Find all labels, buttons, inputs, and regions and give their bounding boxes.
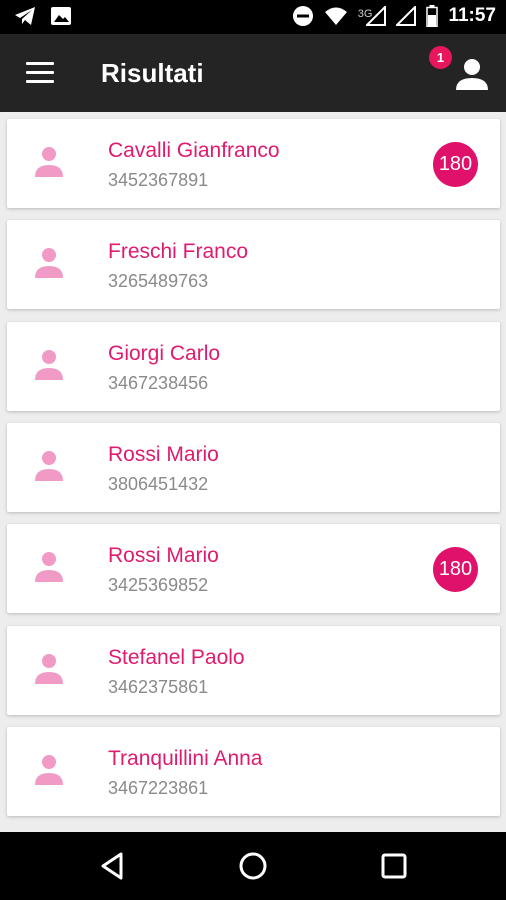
person-icon xyxy=(34,246,64,280)
contact-name: Tranquillini Anna xyxy=(108,746,263,770)
home-button[interactable] xyxy=(237,850,269,882)
count-badge: 180 xyxy=(433,142,478,187)
contact-card[interactable]: Rossi Mario 3806451432 xyxy=(7,422,500,512)
contact-name: Rossi Mario xyxy=(108,544,219,568)
clock: 11:57 xyxy=(448,5,496,26)
contact-name: Cavalli Gianfranco xyxy=(108,139,280,162)
contact-card[interactable]: Stefanel Paolo 3462375861 xyxy=(7,625,500,715)
contact-phone: 3467223861 xyxy=(108,777,209,798)
person-icon xyxy=(34,348,64,382)
contact-card[interactable]: Tranquillini Anna 3467223861 xyxy=(7,726,500,816)
signal-icon xyxy=(396,6,417,26)
contact-card[interactable]: Rossi Mario 3425369852 180 xyxy=(7,524,500,614)
back-icon xyxy=(101,852,123,880)
person-icon xyxy=(34,449,64,483)
person-icon xyxy=(34,550,64,584)
contact-phone: 3265489763 xyxy=(108,271,209,292)
wifi-icon xyxy=(324,7,347,25)
profile-button[interactable] xyxy=(452,54,492,94)
contact-phone: 3806451432 xyxy=(108,473,209,494)
contact-name: Rossi Mario xyxy=(108,442,219,466)
menu-icon xyxy=(26,62,54,65)
home-icon xyxy=(239,852,267,880)
person-icon xyxy=(34,753,64,787)
contact-phone: 3452367891 xyxy=(108,170,209,190)
image-icon xyxy=(51,7,71,25)
person-icon xyxy=(34,145,64,179)
notification-badge: 1 xyxy=(429,46,452,69)
contact-card[interactable]: Giorgi Carlo 3467238456 xyxy=(7,321,500,411)
contact-name: Freschi Franco xyxy=(108,240,249,264)
contact-name: Giorgi Carlo xyxy=(108,341,221,365)
menu-button[interactable] xyxy=(26,62,54,84)
contact-phone: 3425369852 xyxy=(108,575,209,596)
recents-button[interactable] xyxy=(378,850,410,882)
do-not-disturb-icon xyxy=(292,6,313,26)
contact-phone: 3462375861 xyxy=(108,676,209,697)
person-icon xyxy=(456,59,488,90)
status-bar: 3G 11:57 xyxy=(0,0,506,34)
battery-icon xyxy=(426,5,439,27)
navigation-bar xyxy=(0,832,506,900)
count-badge: 180 xyxy=(433,547,478,593)
back-button[interactable] xyxy=(97,850,129,882)
page-title: Risultati xyxy=(101,58,204,88)
contact-name: Stefanel Paolo xyxy=(108,645,245,669)
contact-card[interactable]: Cavalli Gianfranco 3452367891 180 xyxy=(7,119,500,208)
telegram-icon xyxy=(15,7,35,25)
recents-icon xyxy=(381,853,407,879)
person-icon xyxy=(34,652,64,686)
contact-card[interactable]: Freschi Franco 3265489763 xyxy=(7,220,500,310)
contact-phone: 3467238456 xyxy=(108,372,209,393)
app-bar: Risultati 1 xyxy=(0,34,506,112)
network-type-label: 3G xyxy=(357,8,373,20)
